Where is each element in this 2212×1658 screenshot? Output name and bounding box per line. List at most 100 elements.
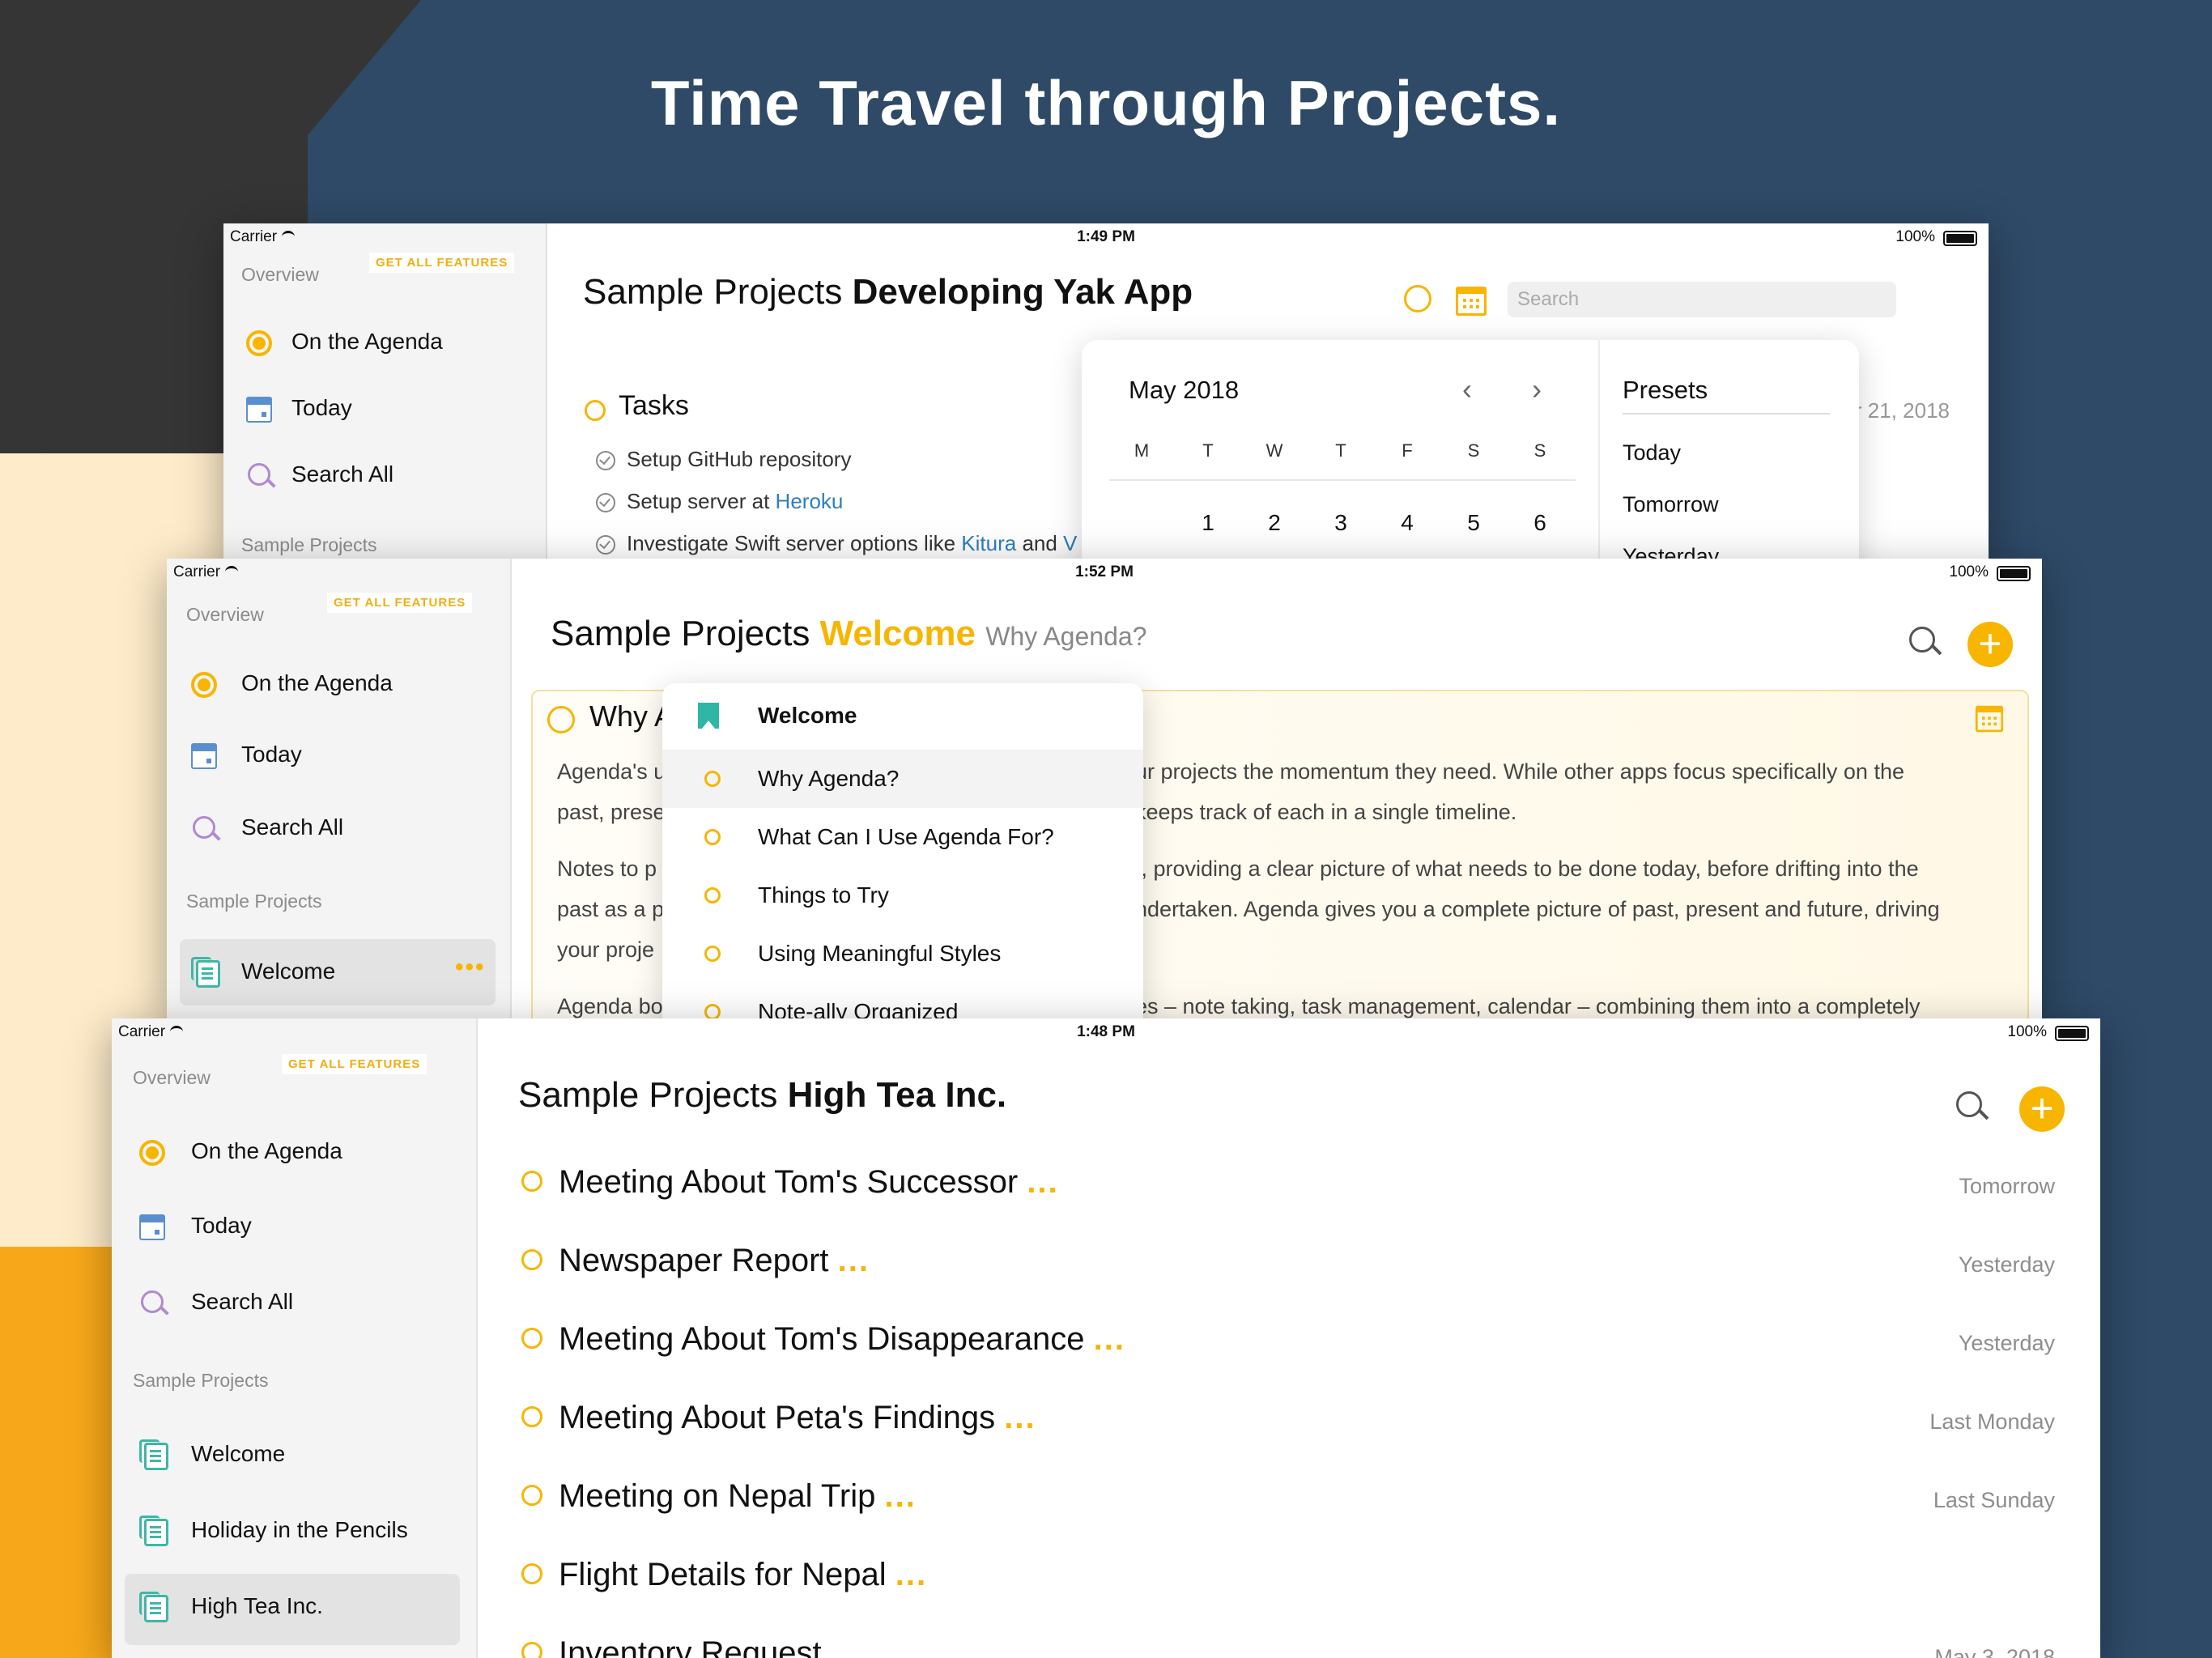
search-icon bbox=[248, 463, 270, 486]
window-developing-yak-app: Overview GET ALL FEATURES On the Agenda … bbox=[223, 223, 1989, 563]
note-circle-icon bbox=[521, 1328, 542, 1350]
calendar-day[interactable]: 6 bbox=[1524, 510, 1556, 536]
note-row[interactable]: Newspaper Report ... bbox=[521, 1243, 870, 1279]
note-row[interactable]: Flight Details for Nepal ... bbox=[521, 1557, 927, 1593]
calendar-day[interactable]: 5 bbox=[1457, 510, 1490, 536]
calendar-divider bbox=[1109, 479, 1576, 481]
more-icon[interactable]: ... bbox=[895, 1557, 927, 1592]
note-circle-icon bbox=[521, 1485, 542, 1507]
note-row[interactable]: Meeting on Nepal Trip ... bbox=[521, 1478, 917, 1515]
note-circle-icon bbox=[521, 1642, 542, 1658]
sidebar-item-on-the-agenda[interactable]: On the Agenda bbox=[241, 670, 393, 696]
note-row[interactable]: Inventory Request bbox=[521, 1635, 822, 1658]
sidebar-item-today[interactable]: Today bbox=[241, 742, 302, 767]
more-icon[interactable]: ... bbox=[884, 1478, 916, 1514]
menu-item[interactable]: Why Agenda? bbox=[662, 750, 1143, 808]
sidebar-item-search-all[interactable]: Search All bbox=[291, 461, 393, 487]
calendar-day[interactable]: 4 bbox=[1391, 510, 1423, 536]
note-row[interactable]: Meeting About Tom's Successor ... bbox=[521, 1164, 1059, 1201]
add-button[interactable]: + bbox=[1967, 622, 2013, 667]
calendar-icon[interactable] bbox=[1975, 705, 2004, 733]
note-row[interactable]: Meeting About Tom's Disappearance ... bbox=[521, 1321, 1125, 1358]
date-label: or 21, 2018 bbox=[1843, 398, 1950, 423]
add-button[interactable]: + bbox=[2019, 1086, 2065, 1132]
note-text: ur projects the momentum they need. Whil… bbox=[1135, 759, 1904, 784]
battery-percent: 100% bbox=[1949, 563, 1989, 580]
window-welcome: Overview GET ALL FEATURES On the Agenda … bbox=[167, 559, 2042, 1020]
chevron-right-icon[interactable]: › bbox=[1532, 372, 1542, 406]
more-icon[interactable]: ... bbox=[838, 1243, 870, 1278]
sidebar-item-today[interactable]: Today bbox=[191, 1213, 252, 1239]
calendar-icon[interactable] bbox=[1456, 287, 1487, 316]
sidebar-item-search-all[interactable]: Search All bbox=[191, 1289, 293, 1315]
sidebar-item-project[interactable]: Welcome bbox=[191, 1441, 285, 1467]
note-circle-icon bbox=[704, 771, 721, 787]
sidebar-item-today[interactable]: Today bbox=[291, 395, 352, 421]
sidebar-item-on-the-agenda[interactable]: On the Agenda bbox=[291, 329, 443, 355]
search-icon[interactable] bbox=[1956, 1091, 1982, 1117]
title-prefix: Sample Projects bbox=[551, 614, 810, 653]
sidebar: Overview GET ALL FEATURES On the Agenda … bbox=[167, 559, 512, 1020]
battery-icon bbox=[2055, 1026, 2089, 1041]
menu-item[interactable]: Note-ally Organized bbox=[662, 983, 1143, 1020]
link-v[interactable]: V bbox=[1063, 531, 1077, 555]
note-circle-icon bbox=[704, 1004, 721, 1020]
title-project[interactable]: Welcome bbox=[820, 614, 976, 653]
presets-title: Presets bbox=[1623, 376, 1708, 404]
note-circle-icon bbox=[521, 1406, 542, 1428]
note-row[interactable]: Meeting About Peta's Findings ... bbox=[521, 1400, 1036, 1436]
get-all-features-button[interactable]: GET ALL FEATURES bbox=[282, 1054, 428, 1074]
preset-today[interactable]: Today bbox=[1623, 440, 1681, 466]
sidebar-item-project[interactable]: Holiday in the Pencils bbox=[191, 1517, 408, 1543]
note-date: May 3, 2018 bbox=[1934, 1645, 2055, 1658]
sidebar-item-project[interactable]: High Tea Inc. bbox=[191, 1593, 323, 1619]
note-text: Agenda bo bbox=[557, 994, 663, 1018]
more-icon[interactable]: ••• bbox=[455, 954, 486, 981]
task-item[interactable]: Setup GitHub repository bbox=[596, 447, 851, 472]
sidebar-item-search-all[interactable]: Search All bbox=[241, 814, 343, 840]
sidebar: Overview GET ALL FEATURES On the Agenda … bbox=[112, 1018, 478, 1658]
more-icon[interactable]: ... bbox=[1094, 1321, 1125, 1357]
link-heroku[interactable]: Heroku bbox=[776, 489, 844, 513]
weekday-label: T bbox=[1335, 440, 1346, 461]
calendar-day[interactable]: 2 bbox=[1258, 510, 1291, 536]
status-bar: Carrier 1:48 PM 100% bbox=[112, 1018, 2100, 1046]
battery-icon bbox=[1943, 231, 1977, 246]
more-icon[interactable]: ... bbox=[1004, 1400, 1036, 1435]
note-text: past as a p bbox=[557, 897, 665, 921]
note-date: Tomorrow bbox=[1959, 1174, 2055, 1198]
note-circle-icon bbox=[704, 887, 721, 903]
search-icon[interactable] bbox=[1909, 627, 1935, 653]
link-kitura[interactable]: Kitura bbox=[961, 531, 1016, 555]
get-all-features-button[interactable]: GET ALL FEATURES bbox=[327, 593, 473, 613]
sidebar-item-welcome[interactable]: Welcome bbox=[241, 959, 335, 984]
task-item[interactable]: Investigate Swift server options like Ki… bbox=[596, 531, 1077, 556]
status-bar: Carrier 1:49 PM 100% bbox=[223, 223, 1989, 251]
menu-item[interactable]: Things to Try bbox=[662, 866, 1143, 925]
more-icon[interactable]: ... bbox=[1027, 1164, 1058, 1200]
sidebar-overview-label: Overview bbox=[133, 1067, 211, 1088]
sidebar-overview-label: Overview bbox=[186, 604, 264, 625]
weekday-label: T bbox=[1202, 440, 1214, 461]
check-icon bbox=[596, 451, 615, 471]
sidebar-item-on-the-agenda[interactable]: On the Agenda bbox=[191, 1138, 342, 1164]
battery-percent: 100% bbox=[1895, 228, 1935, 245]
get-all-features-button[interactable]: GET ALL FEATURES bbox=[369, 253, 515, 273]
preset-tomorrow[interactable]: Tomorrow bbox=[1623, 492, 1719, 517]
menu-item[interactable]: What Can I Use Agenda For? bbox=[662, 808, 1143, 866]
chevron-left-icon[interactable]: ‹ bbox=[1462, 372, 1472, 406]
search-input[interactable]: Search bbox=[1508, 282, 1896, 317]
search-icon bbox=[141, 1290, 164, 1313]
menu-item[interactable]: Using Meaningful Styles bbox=[662, 925, 1143, 983]
search-icon bbox=[193, 816, 215, 839]
task-item[interactable]: Setup server at Heroku bbox=[596, 489, 843, 514]
agenda-filter-icon[interactable] bbox=[1404, 285, 1431, 312]
calendar-day[interactable]: 3 bbox=[1325, 510, 1357, 536]
menu-header[interactable]: Welcome bbox=[662, 683, 1143, 750]
note-text: your proje bbox=[557, 937, 655, 962]
note-status-icon[interactable] bbox=[547, 706, 575, 733]
sidebar-section-sample-projects: Sample Projects bbox=[241, 534, 377, 555]
agenda-icon bbox=[191, 672, 217, 698]
page-title: Sample Projects High Tea Inc. bbox=[518, 1075, 1006, 1116]
calendar-day[interactable]: 1 bbox=[1192, 510, 1224, 536]
